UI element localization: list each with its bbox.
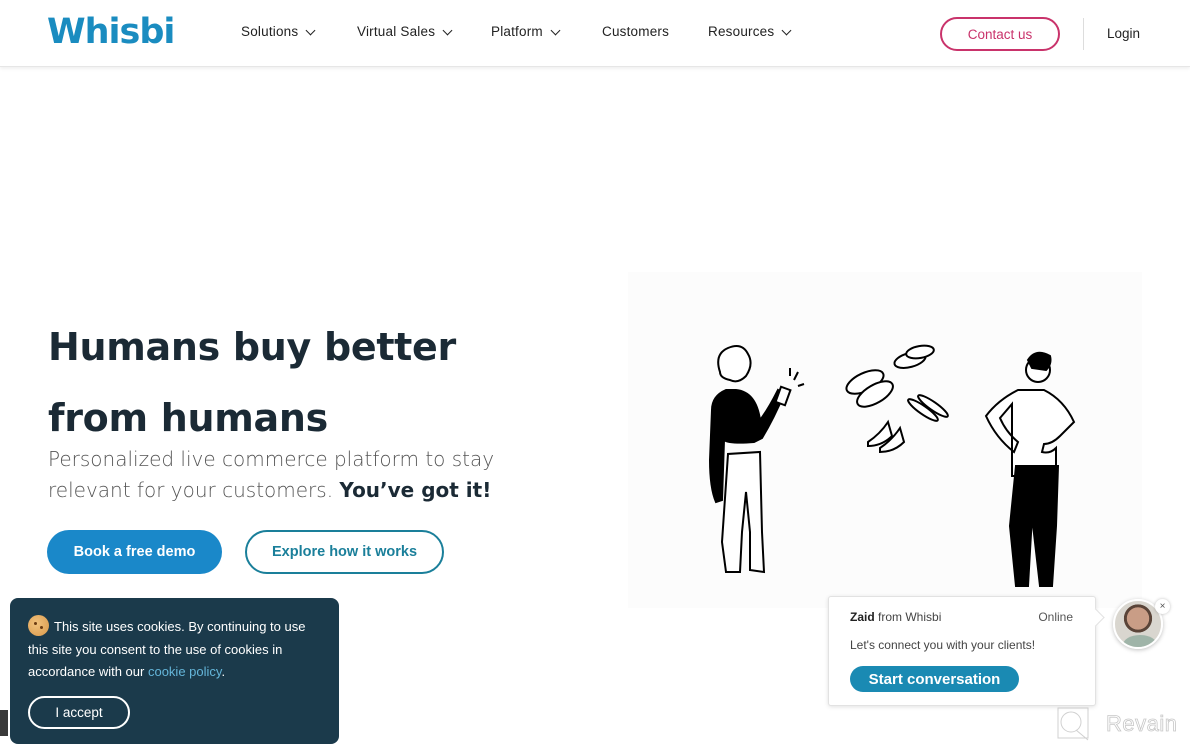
man-figure — [984, 351, 1076, 587]
shoes-drawing — [845, 344, 949, 454]
book-demo-button[interactable]: Book a free demo — [47, 530, 222, 574]
whisbi-logo[interactable]: Whisbi — [47, 8, 175, 56]
people-shoes-illustration — [708, 344, 1076, 587]
nav-item-customers[interactable]: Customers — [602, 24, 669, 39]
nav-label: Resources — [708, 24, 775, 39]
avatar-shirt — [1123, 635, 1157, 647]
nav-label: Customers — [602, 24, 670, 39]
chevron-down-icon — [550, 25, 561, 35]
start-conversation-button[interactable]: Start conversation — [850, 666, 1019, 692]
site-header: Whisbi Solutions Virtual Sales Platform … — [0, 0, 1190, 67]
nav-item-platform[interactable]: Platform — [491, 24, 561, 39]
chat-status: Online — [1038, 610, 1073, 624]
chat-widget: Zaid from Whisbi Online Let's connect yo… — [828, 596, 1096, 706]
chevron-down-icon — [442, 25, 453, 35]
nav-label: Platform — [491, 24, 543, 39]
nav-label: Solutions — [241, 24, 299, 39]
nav-label: Virtual Sales — [357, 24, 436, 39]
hero-subtitle-emphasis: You’ve got it! — [339, 478, 492, 502]
revain-logo-icon — [1057, 707, 1089, 741]
chevron-down-icon — [305, 25, 316, 35]
chat-agent: Zaid from Whisbi — [850, 610, 941, 624]
cookie-policy-link[interactable]: cookie policy — [148, 664, 221, 679]
chevron-down-icon — [781, 25, 792, 35]
contact-us-button[interactable]: Contact us — [940, 17, 1060, 51]
cookie-message: This site uses cookies. By continuing to… — [28, 615, 321, 684]
chat-agent-name: Zaid — [850, 610, 875, 624]
hero-title-line-1: Humans buy better — [48, 325, 456, 369]
accept-cookies-button[interactable]: I accept — [28, 696, 130, 729]
chat-message: Let's connect you with your clients! — [850, 638, 1036, 652]
page-edge-tab — [0, 710, 8, 736]
woman-figure — [708, 345, 805, 574]
chat-agent-company: from Whisbi — [878, 610, 942, 624]
hero-title: Humans buy better from humans — [48, 312, 568, 454]
login-link[interactable]: Login — [1107, 26, 1140, 41]
revain-text: Revain — [1106, 711, 1178, 737]
nav-item-resources[interactable]: Resources — [708, 24, 792, 39]
revain-watermark: Revain — [1056, 706, 1177, 742]
hero-illustration — [628, 272, 1142, 608]
cookie-icon — [28, 615, 49, 636]
explore-how-it-works-button[interactable]: Explore how it works — [245, 530, 444, 574]
close-icon[interactable]: × — [1155, 599, 1170, 614]
nav-item-solutions[interactable]: Solutions — [241, 24, 316, 39]
hero-subtitle: Personalized live commerce platform to s… — [48, 444, 528, 506]
nav-item-virtual-sales[interactable]: Virtual Sales — [357, 24, 453, 39]
header-divider — [1083, 18, 1084, 50]
cookie-banner: This site uses cookies. By continuing to… — [10, 598, 339, 744]
